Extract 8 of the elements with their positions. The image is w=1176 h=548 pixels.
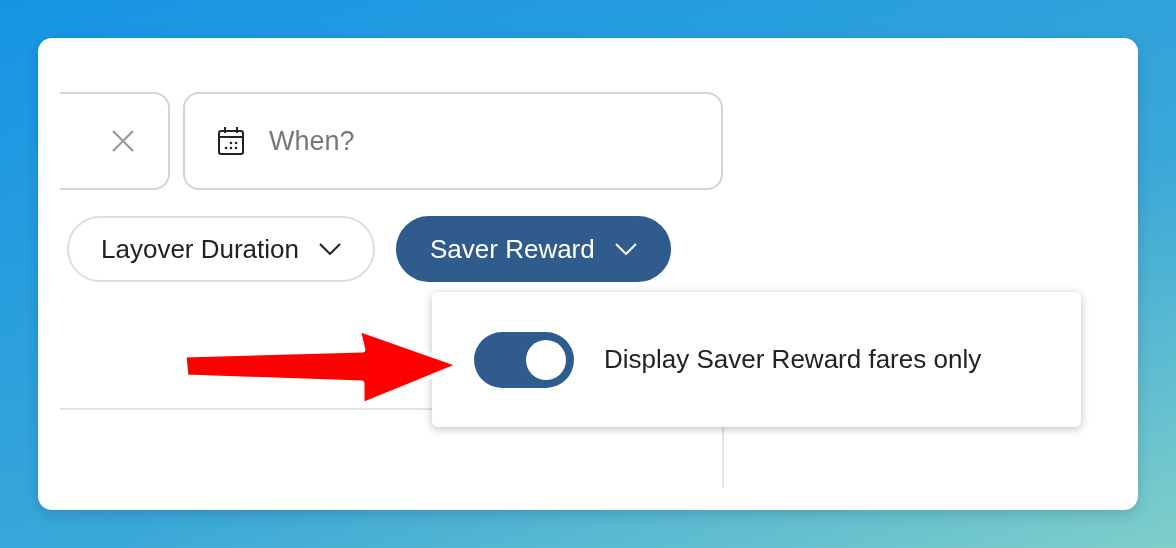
toggle-label: Display Saver Reward fares only [604, 344, 982, 375]
location-field[interactable] [60, 92, 170, 190]
date-field[interactable]: When? [183, 92, 723, 190]
filter-dropdown-button[interactable]: Layover Duration [67, 216, 375, 282]
caret-icon [614, 243, 637, 255]
close-icon[interactable] [111, 129, 135, 153]
filter-dropdown-button[interactable]: Saver Reward [396, 216, 671, 282]
caret-icon [319, 243, 341, 255]
